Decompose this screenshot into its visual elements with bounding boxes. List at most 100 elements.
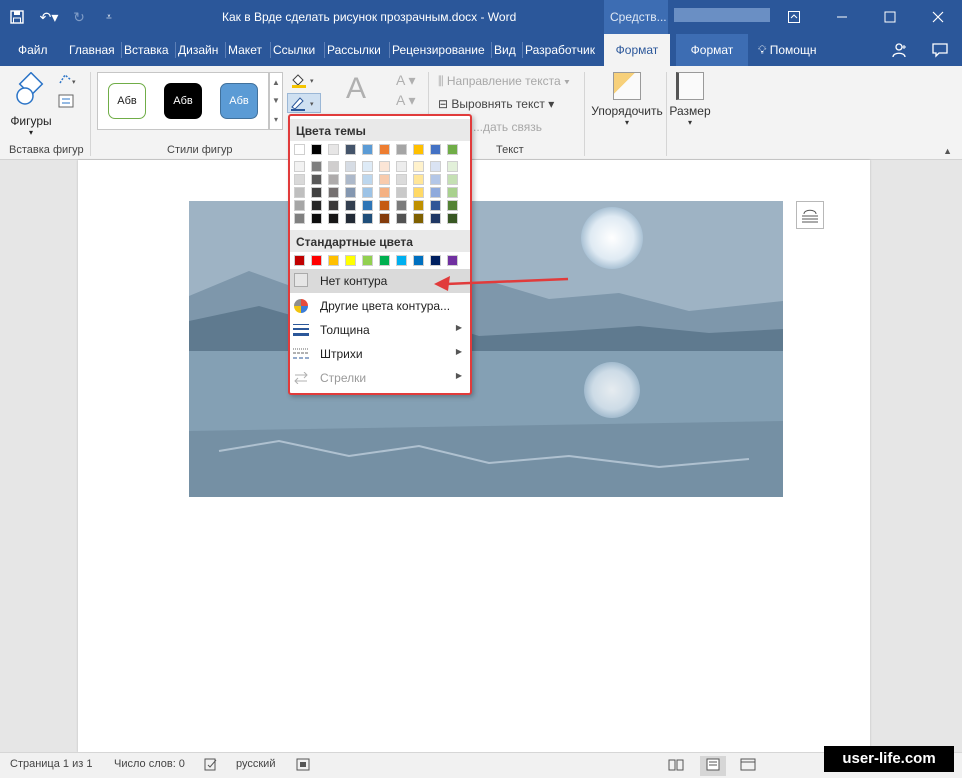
collapse-ribbon-icon[interactable]: ▲ [943, 146, 952, 156]
theme-shade-swatch[interactable] [413, 213, 424, 224]
tab-mailings[interactable]: Рассылки [324, 34, 381, 66]
close-icon[interactable] [914, 0, 962, 34]
more-outline-colors-item[interactable]: Другие цвета контура... [290, 294, 470, 318]
tab-file[interactable]: Файл [18, 34, 48, 66]
tab-developer[interactable]: Разработчик [522, 34, 595, 66]
theme-shade-swatch[interactable] [447, 200, 458, 211]
standard-color-swatch[interactable] [430, 255, 441, 266]
theme-shade-swatch[interactable] [430, 161, 441, 172]
theme-shade-swatch[interactable] [396, 161, 407, 172]
theme-shade-swatch[interactable] [447, 174, 458, 185]
print-layout-icon[interactable] [700, 756, 726, 776]
theme-color-swatch[interactable] [311, 144, 322, 155]
theme-shade-swatch[interactable] [430, 200, 441, 211]
theme-shade-swatch[interactable] [328, 161, 339, 172]
theme-shade-swatch[interactable] [345, 161, 356, 172]
theme-color-swatch[interactable] [447, 144, 458, 155]
theme-shade-swatch[interactable] [430, 187, 441, 198]
theme-shade-swatch[interactable] [328, 213, 339, 224]
gallery-scroll[interactable]: ▲ ▼ ▾ [269, 72, 283, 130]
theme-shade-swatch[interactable] [379, 200, 390, 211]
gallery-more-icon[interactable]: ▾ [274, 115, 278, 124]
standard-color-swatch[interactable] [311, 255, 322, 266]
macro-record-icon[interactable] [296, 758, 310, 774]
minimize-icon[interactable] [818, 0, 866, 34]
theme-shade-swatch[interactable] [396, 187, 407, 198]
tab-format-picture[interactable]: Формат [676, 34, 748, 66]
undo-icon[interactable]: ↶▾ [34, 0, 64, 34]
theme-color-swatch[interactable] [413, 144, 424, 155]
arrows-item[interactable]: Стрелки ▶ [290, 366, 470, 390]
shape-fill-icon[interactable]: ▾ [290, 72, 318, 91]
theme-color-swatch[interactable] [345, 144, 356, 155]
theme-shade-swatch[interactable] [413, 174, 424, 185]
tab-layout[interactable]: Макет [225, 34, 262, 66]
standard-color-swatch[interactable] [396, 255, 407, 266]
theme-shade-swatch[interactable] [328, 187, 339, 198]
theme-shade-swatch[interactable] [396, 200, 407, 211]
tab-view[interactable]: Вид [491, 34, 516, 66]
gallery-down-icon[interactable]: ▼ [272, 96, 280, 105]
theme-shade-swatch[interactable] [362, 200, 373, 211]
size-button[interactable]: Размер ▾ [668, 72, 712, 127]
tab-references[interactable]: Ссылки [269, 34, 315, 66]
theme-color-swatch[interactable] [430, 144, 441, 155]
read-mode-icon[interactable] [668, 758, 684, 774]
standard-color-swatch[interactable] [294, 255, 305, 266]
theme-shade-swatch[interactable] [294, 174, 305, 185]
style-fill-blue[interactable]: Абв [220, 83, 258, 119]
tab-design[interactable]: Дизайн [174, 34, 218, 66]
theme-shade-swatch[interactable] [413, 187, 424, 198]
theme-shade-swatch[interactable] [396, 174, 407, 185]
theme-color-swatch[interactable] [328, 144, 339, 155]
standard-color-swatch[interactable] [413, 255, 424, 266]
language[interactable]: русский [236, 758, 275, 770]
theme-shade-swatch[interactable] [311, 187, 322, 198]
weight-item[interactable]: Толщина ▶ [290, 318, 470, 342]
align-text-button[interactable]: ⊟ Выровнять текст ▾ [438, 97, 554, 111]
theme-shade-swatch[interactable] [362, 161, 373, 172]
text-outline-icon[interactable]: A ▾ [396, 92, 415, 109]
standard-color-swatch[interactable] [447, 255, 458, 266]
help-search[interactable]: 💡︎ Помощн [758, 34, 816, 66]
text-direction-button[interactable]: ⫼ Направление текста ▾ [438, 74, 570, 89]
save-icon[interactable] [0, 0, 34, 34]
theme-shade-swatch[interactable] [345, 174, 356, 185]
theme-shade-swatch[interactable] [447, 187, 458, 198]
theme-shade-swatch[interactable] [430, 174, 441, 185]
style-outline-green[interactable]: Абв [108, 83, 146, 119]
standard-color-swatch[interactable] [362, 255, 373, 266]
theme-shade-swatch[interactable] [379, 161, 390, 172]
theme-shade-swatch[interactable] [447, 161, 458, 172]
theme-shade-swatch[interactable] [379, 174, 390, 185]
theme-shade-swatch[interactable] [379, 187, 390, 198]
style-fill-black[interactable]: Абв [164, 83, 202, 119]
theme-shade-swatch[interactable] [294, 200, 305, 211]
theme-shade-swatch[interactable] [413, 200, 424, 211]
gallery-up-icon[interactable]: ▲ [272, 78, 280, 87]
shapes-button[interactable]: Фигуры ▾ [8, 71, 54, 137]
theme-shade-swatch[interactable] [345, 213, 356, 224]
theme-shade-swatch[interactable] [294, 161, 305, 172]
text-box-icon[interactable] [58, 94, 74, 111]
theme-shade-swatch[interactable] [328, 174, 339, 185]
share-icon[interactable] [892, 34, 908, 66]
page-count[interactable]: Страница 1 из 1 [10, 758, 92, 770]
theme-shade-swatch[interactable] [379, 213, 390, 224]
theme-shade-swatch[interactable] [396, 213, 407, 224]
theme-color-swatch[interactable] [396, 144, 407, 155]
tab-review[interactable]: Рецензирование [389, 34, 485, 66]
word-count[interactable]: Число слов: 0 [114, 758, 185, 770]
theme-shade-swatch[interactable] [413, 161, 424, 172]
redo-icon[interactable]: ↻ [64, 0, 94, 34]
text-fill-icon[interactable]: A ▾ [396, 72, 415, 89]
theme-color-swatch[interactable] [362, 144, 373, 155]
customize-qat-icon[interactable]: ⩡ [94, 0, 124, 34]
standard-color-swatch[interactable] [328, 255, 339, 266]
standard-color-swatch[interactable] [379, 255, 390, 266]
wordart-icon[interactable]: A [346, 72, 366, 106]
comments-icon[interactable] [932, 34, 948, 66]
dashes-item[interactable]: Штрихи ▶ [290, 342, 470, 366]
theme-shade-swatch[interactable] [311, 161, 322, 172]
theme-shade-swatch[interactable] [362, 213, 373, 224]
